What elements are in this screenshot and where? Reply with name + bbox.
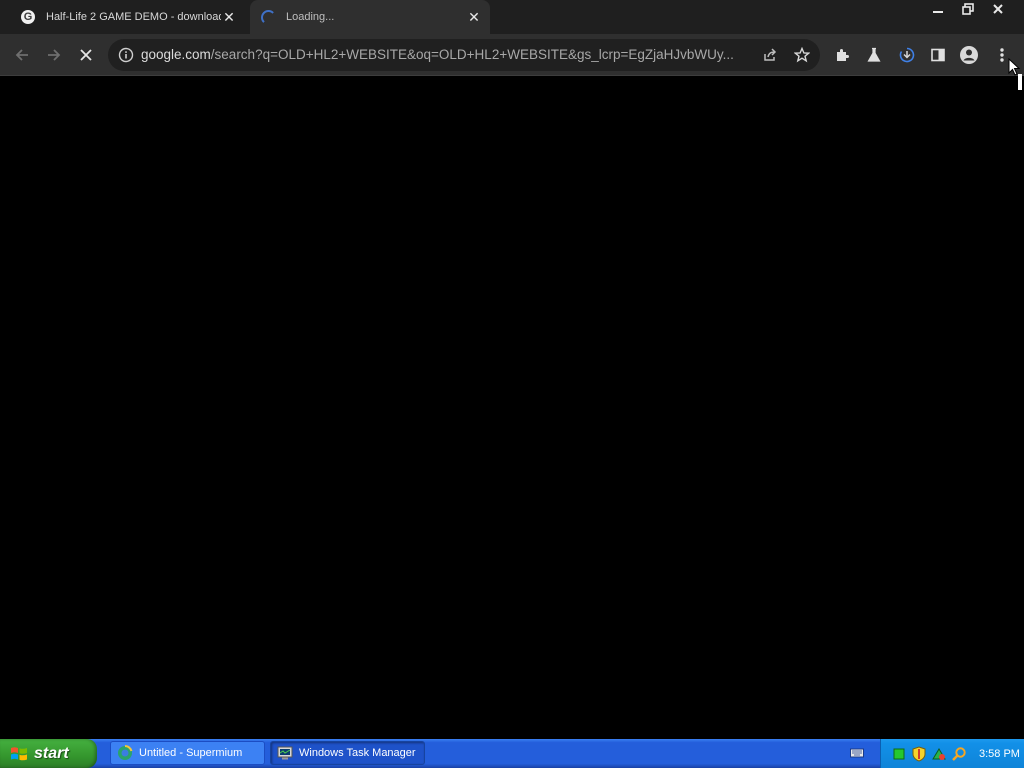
security-shield-icon[interactable] [911,745,927,762]
restore-icon[interactable] [956,0,980,18]
search-icon[interactable] [951,746,967,762]
clock[interactable]: 3:58 PM [979,748,1020,760]
address-bar[interactable]: google.com/search?q=OLD+HL2+WEBSITE&oq=O… [108,39,820,71]
browser-toolbar: google.com/search?q=OLD+HL2+WEBSITE&oq=O… [0,34,1024,76]
download-icon[interactable] [897,45,917,65]
tab-close-icon[interactable]: ✕ [466,9,482,25]
taskbar-button-task-manager[interactable]: Windows Task Manager [270,741,425,765]
network-icon[interactable] [931,746,947,762]
supermium-icon [117,745,133,761]
taskbar-button-supermium[interactable]: Untitled - Supermium [110,741,265,765]
windows-logo-icon [11,746,27,760]
text-cursor-icon [1018,74,1022,90]
url-text[interactable]: google.com/search?q=OLD+HL2+WEBSITE&oq=O… [141,39,751,71]
tab-loading[interactable]: Loading... ✕ [250,0,490,34]
close-icon[interactable] [986,0,1010,18]
extensions-icon[interactable] [832,45,852,65]
forward-arrow-icon[interactable] [44,45,64,65]
minimize-icon[interactable] [926,0,950,18]
star-icon[interactable] [792,45,812,65]
tab-strip: G Half-Life 2 GAME DEMO - download ✕ Loa… [0,0,1024,34]
task-label: Windows Task Manager [299,747,416,759]
taskbar: start Untitled - Supermium Windows Task … [0,739,1024,768]
tab-title: Loading... [286,11,335,23]
start-label: start [34,744,69,762]
system-tray: 3:58 PM [880,739,1024,768]
stop-loading-icon[interactable] [76,45,96,65]
share-icon[interactable] [760,45,780,65]
side-panel-icon[interactable] [928,45,948,65]
info-icon[interactable] [116,45,136,65]
url-path: /search?q=OLD+HL2+WEBSITE&oq=OLD+HL2+WEB… [210,47,734,62]
keyboard-icon[interactable] [850,746,864,760]
task-label: Untitled - Supermium [139,747,243,759]
google-favicon-letter: G [21,10,35,24]
loading-spinner-icon [260,9,276,25]
profile-icon[interactable] [959,45,979,65]
url-host: google.com [141,47,211,62]
green-square-icon[interactable] [891,746,907,762]
tab-half-life-2[interactable]: G Half-Life 2 GAME DEMO - download ✕ [10,0,245,34]
window-controls [920,0,1010,18]
task-manager-icon [277,745,293,761]
tab-title: Half-Life 2 GAME DEMO - download [46,11,221,23]
labs-icon[interactable] [864,45,884,65]
google-favicon-icon: G [20,9,36,25]
page-content [0,76,1024,739]
tab-close-icon[interactable]: ✕ [221,9,237,25]
start-button[interactable]: start [0,739,97,768]
back-arrow-icon[interactable] [12,45,32,65]
